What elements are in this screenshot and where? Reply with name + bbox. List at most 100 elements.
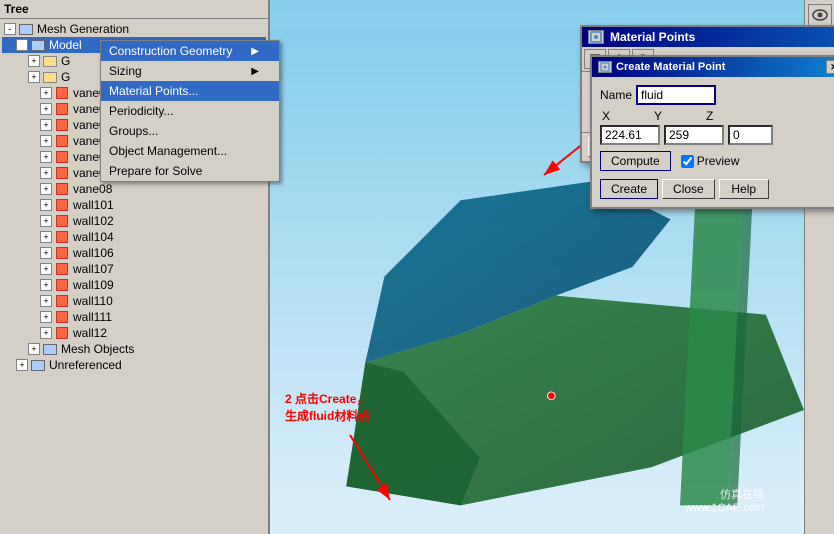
wall111-icon — [54, 310, 70, 324]
tree-header: Tree — [0, 0, 268, 19]
expand-vane04[interactable]: + — [40, 119, 52, 131]
expand-model[interactable]: - — [16, 39, 28, 51]
tree-item-wall102[interactable]: + wall102 — [2, 213, 266, 229]
tree-label-mesh-objects: Mesh Objects — [61, 342, 134, 356]
cmp-name-input[interactable] — [636, 85, 716, 105]
cmp-title-bar: Create Material Point ✕ — [592, 57, 834, 77]
expand-mesh-objects[interactable]: + — [28, 343, 40, 355]
wall107-icon — [54, 262, 70, 276]
wall109-icon — [54, 278, 70, 292]
expand-vane06[interactable]: + — [40, 151, 52, 163]
cmp-compute-btn[interactable]: Compute — [600, 151, 671, 171]
tree-item-wall109[interactable]: + wall109 — [2, 277, 266, 293]
wall106-icon — [54, 246, 70, 260]
expand-vane02[interactable]: + — [40, 87, 52, 99]
cmp-name-row: Name — [600, 85, 834, 105]
tool-btn-eye[interactable] — [808, 4, 832, 26]
expand-g1[interactable]: + — [28, 55, 40, 67]
tree-item-vane08[interactable]: + vane08 — [2, 181, 266, 197]
watermark: 仿真在线 www.1CAE.com — [685, 486, 764, 514]
mp-dialog-icon — [588, 30, 604, 44]
cmp-help-btn[interactable]: Help — [719, 179, 769, 199]
expand-vane07[interactable]: + — [40, 167, 52, 179]
tree-label-wall106: wall106 — [73, 246, 114, 260]
expand-unreferenced[interactable]: + — [16, 359, 28, 371]
annotation-2-arrow — [345, 430, 405, 510]
tree-label-g1: G — [61, 54, 70, 68]
context-menu-periodicity[interactable]: Periodicity... — [101, 101, 279, 121]
cmp-y-label: Y — [654, 109, 662, 123]
context-menu: Construction Geometry ▶ Sizing ▶ Materia… — [100, 40, 280, 182]
context-menu-prepare-for-solve[interactable]: Prepare for Solve — [101, 161, 279, 181]
cmp-close-title-btn[interactable]: ✕ — [826, 60, 834, 74]
cmp-coord-inputs — [600, 125, 834, 145]
tree-label-vane08: vane08 — [73, 182, 112, 196]
tree-item-wall111[interactable]: + wall111 — [2, 309, 266, 325]
vane02-icon — [54, 86, 70, 100]
context-menu-material-points[interactable]: Material Points... — [101, 81, 279, 101]
wall101-icon — [54, 198, 70, 212]
wall12-icon — [54, 326, 70, 340]
cmp-name-label: Name — [600, 88, 632, 102]
material-points-label: Material Points... — [109, 84, 198, 98]
tree-item-unreferenced[interactable]: + Unreferenced — [2, 357, 266, 373]
expand-wall106[interactable]: + — [40, 247, 52, 259]
expand-wall102[interactable]: + — [40, 215, 52, 227]
expand-wall111[interactable]: + — [40, 311, 52, 323]
mesh-gen-icon — [18, 22, 34, 36]
cmp-y-input[interactable] — [664, 125, 724, 145]
expand-mesh-gen[interactable]: - — [4, 23, 16, 35]
sizing-arrow: ▶ — [251, 66, 259, 77]
expand-g2[interactable]: + — [28, 71, 40, 83]
right-panel: case of multiple selection — [270, 0, 834, 534]
g1-icon — [42, 54, 58, 68]
vane07-icon — [54, 166, 70, 180]
cmp-preview-checkbox[interactable] — [681, 155, 694, 168]
expand-vane05[interactable]: + — [40, 135, 52, 147]
tree-item-wall104[interactable]: + wall104 — [2, 229, 266, 245]
context-menu-sizing[interactable]: Sizing ▶ — [101, 61, 279, 81]
sizing-label: Sizing — [109, 64, 142, 78]
tree-item-wall12[interactable]: + wall12 — [2, 325, 266, 341]
context-menu-object-management[interactable]: Object Management... — [101, 141, 279, 161]
cmp-z-input[interactable] — [728, 125, 773, 145]
main-container: Tree - Mesh Generation - Model + — [0, 0, 834, 534]
expand-wall107[interactable]: + — [40, 263, 52, 275]
expand-vane03[interactable]: + — [40, 103, 52, 115]
cmp-icon — [598, 61, 612, 73]
tree-label-g2: G — [61, 70, 70, 84]
tree-label-wall101: wall101 — [73, 198, 114, 212]
expand-wall101[interactable]: + — [40, 199, 52, 211]
tree-item-wall101[interactable]: + wall101 — [2, 197, 266, 213]
expand-wall104[interactable]: + — [40, 231, 52, 243]
expand-wall110[interactable]: + — [40, 295, 52, 307]
tree-label-mesh-gen: Mesh Generation — [37, 22, 129, 36]
construction-geometry-label: Construction Geometry — [109, 44, 232, 58]
expand-vane08[interactable]: + — [40, 183, 52, 195]
tree-label-wall110: wall110 — [73, 294, 113, 308]
vane04-icon — [54, 118, 70, 132]
annotation-2-text: 2 点击Create， 生成fluid材料点 — [285, 392, 370, 423]
watermark-line2: www.1CAE.com — [685, 502, 764, 514]
cmp-action-buttons: Create Close Help — [600, 179, 834, 199]
cmp-coord-labels: X Y Z — [600, 109, 834, 123]
cmp-preview-label[interactable]: Preview — [681, 154, 740, 168]
tree-item-wall110[interactable]: + wall110 — [2, 293, 266, 309]
tree-item-wall106[interactable]: + wall106 — [2, 245, 266, 261]
context-menu-groups[interactable]: Groups... — [101, 121, 279, 141]
tree-label-wall102: wall102 — [73, 214, 114, 228]
tree-item-mesh-gen[interactable]: - Mesh Generation — [2, 21, 266, 37]
context-menu-construction-geometry[interactable]: Construction Geometry ▶ — [101, 41, 279, 61]
mesh-objects-icon — [42, 342, 58, 356]
prepare-for-solve-label: Prepare for Solve — [109, 164, 202, 178]
expand-wall109[interactable]: + — [40, 279, 52, 291]
tree-item-wall107[interactable]: + wall107 — [2, 261, 266, 277]
cmp-close-btn[interactable]: Close — [662, 179, 715, 199]
cmp-x-label: X — [602, 109, 610, 123]
cmp-create-btn[interactable]: Create — [600, 179, 658, 199]
vane03-icon — [54, 102, 70, 116]
expand-wall12[interactable]: + — [40, 327, 52, 339]
wall110-icon — [54, 294, 70, 308]
tree-item-mesh-objects[interactable]: + Mesh Objects — [2, 341, 266, 357]
cmp-x-input[interactable] — [600, 125, 660, 145]
